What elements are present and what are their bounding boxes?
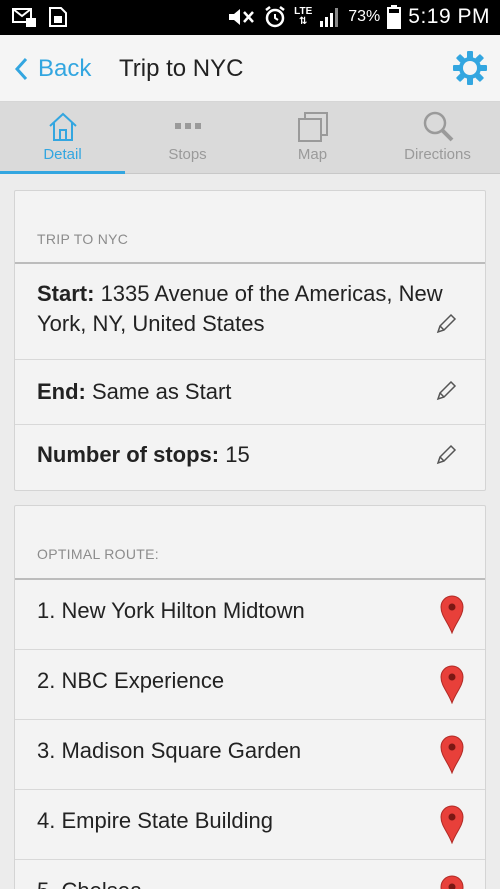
signal-icon	[320, 8, 339, 27]
list-item[interactable]: 5. Chelsea	[15, 860, 485, 889]
tab-bar: Detail Stops Map Directions	[0, 102, 500, 174]
battery-percent: 73%	[348, 8, 381, 25]
back-label: Back	[38, 54, 92, 82]
list-item[interactable]: 3. Madison Square Garden	[15, 720, 485, 790]
section-title: TRIP TO NYC	[15, 191, 485, 264]
tab-label: Directions	[404, 146, 471, 163]
trip-card: TRIP TO NYC Start: 1335 Avenue of the Am…	[14, 190, 486, 491]
page-title: Trip to NYC	[119, 55, 244, 82]
pencil-icon[interactable]	[435, 444, 457, 466]
email-icon	[12, 8, 36, 27]
tab-stops[interactable]: Stops	[125, 102, 250, 173]
end-label: End:	[37, 379, 86, 404]
section-title: OPTIMAL ROUTE:	[15, 506, 485, 580]
tab-directions[interactable]: Directions	[375, 102, 500, 173]
stop-name: 4. Empire State Building	[37, 808, 274, 833]
map-pin-icon[interactable]	[439, 594, 465, 634]
map-pin-icon[interactable]	[439, 874, 465, 889]
battery-icon	[387, 5, 402, 29]
stop-name: 1. New York Hilton Midtown	[37, 598, 305, 623]
start-label: Start:	[37, 281, 95, 306]
start-value: 1335 Avenue of the Americas, New York, N…	[37, 281, 443, 336]
search-icon	[423, 111, 453, 142]
back-button[interactable]: Back	[14, 35, 91, 102]
app-bar: Back Trip to NYC	[0, 35, 500, 102]
tab-detail[interactable]: Detail	[0, 102, 125, 174]
list-item[interactable]: 2. NBC Experience	[15, 650, 485, 720]
pencil-icon[interactable]	[435, 313, 457, 335]
home-icon	[48, 112, 77, 141]
stops-count-row[interactable]: Number of stops: 15	[15, 425, 485, 490]
end-row[interactable]: End: Same as Start	[15, 360, 485, 425]
route-card: OPTIMAL ROUTE: 1. New York Hilton Midtow…	[14, 505, 486, 889]
sim-icon	[49, 7, 67, 27]
tab-label: Stops	[168, 146, 207, 163]
map-pin-icon[interactable]	[439, 734, 465, 774]
stops-count-label: Number of stops:	[37, 442, 220, 467]
tab-label: Detail	[43, 146, 82, 163]
tab-label: Map	[297, 146, 328, 163]
stop-name: 5. Chelsea	[37, 878, 142, 889]
map-pin-icon[interactable]	[439, 664, 465, 704]
chevron-left-icon	[14, 57, 28, 80]
network-type: LTE ⇅	[294, 6, 313, 27]
tab-map[interactable]: Map	[250, 102, 375, 173]
start-row[interactable]: Start: 1335 Avenue of the Americas, New …	[15, 264, 485, 360]
mute-icon	[229, 9, 255, 25]
alarm-icon	[265, 6, 285, 28]
pencil-icon[interactable]	[435, 380, 457, 402]
stops-count-value: 15	[219, 442, 250, 467]
gear-icon[interactable]	[452, 50, 488, 86]
list-item[interactable]: 1. New York Hilton Midtown	[15, 580, 485, 650]
list-item[interactable]: 4. Empire State Building	[15, 790, 485, 860]
end-value: Same as Start	[85, 379, 232, 404]
stop-name: 2. NBC Experience	[37, 668, 225, 693]
status-bar: LTE ⇅ 73% 5:19 PM	[0, 0, 500, 35]
stop-name: 3. Madison Square Garden	[37, 738, 302, 763]
layers-icon	[297, 112, 328, 142]
map-pin-icon[interactable]	[439, 804, 465, 844]
dots-icon	[174, 123, 201, 129]
clock: 5:19 PM	[408, 5, 490, 28]
